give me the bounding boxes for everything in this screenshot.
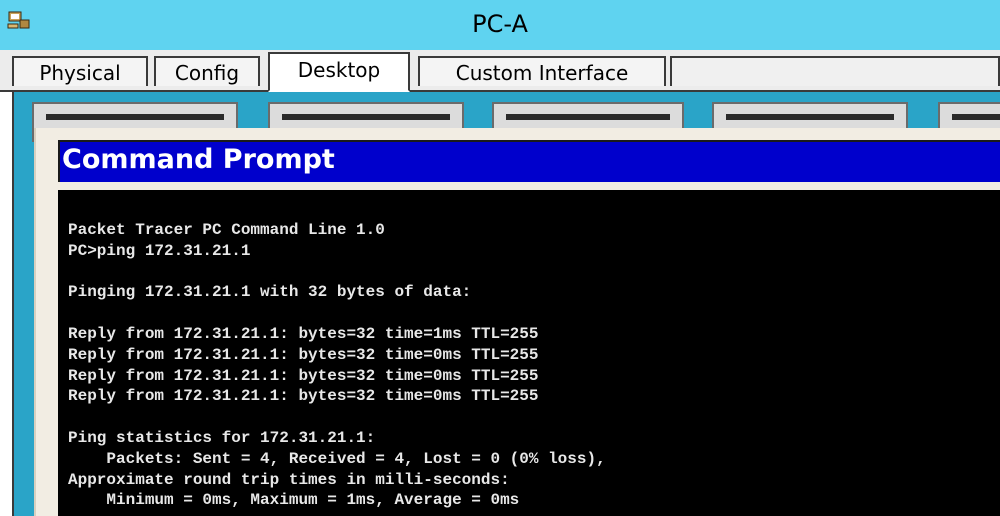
- console-line: Reply from 172.31.21.1: bytes=32 time=1m…: [68, 324, 539, 343]
- console-line: PC>ping 172.31.21.1: [68, 241, 251, 260]
- app-glyph-icon: [282, 114, 450, 120]
- command-prompt-title: Command Prompt: [62, 144, 335, 175]
- tab-config[interactable]: Config: [154, 56, 260, 86]
- window-titlebar[interactable]: PC-A: [0, 0, 1000, 50]
- console-line: Packet Tracer PC Command Line 1.0: [68, 221, 385, 239]
- console-line: Minimum = 0ms, Maximum = 1ms, Average = …: [68, 491, 520, 510]
- console-line: Packets: Sent = 4, Received = 4, Lost = …: [68, 449, 606, 468]
- app-glyph-icon: [46, 114, 224, 120]
- console-line: Reply from 172.31.21.1: bytes=32 time=0m…: [68, 345, 539, 364]
- console-line: Pinging 172.31.21.1 with 32 bytes of dat…: [68, 283, 472, 302]
- tab-desktop[interactable]: Desktop: [268, 52, 410, 92]
- console-line: Approximate round trip times in milli-se…: [68, 470, 510, 489]
- tab-custom-interface[interactable]: Custom Interface: [418, 56, 666, 86]
- console-line: Reply from 172.31.21.1: bytes=32 time=0m…: [68, 366, 539, 385]
- console-text: Packet Tracer PC Command Line 1.0 PC>pin…: [68, 220, 606, 511]
- tab-strip-filler: [670, 56, 1000, 86]
- command-prompt-titlebar[interactable]: Command Prompt: [58, 140, 1000, 182]
- app-glyph-icon: [506, 114, 670, 120]
- tab-strip: Physical Config Desktop Custom Interface: [0, 50, 1000, 92]
- app-glyph-icon: [726, 114, 894, 120]
- console-line: Reply from 172.31.21.1: bytes=32 time=0m…: [68, 387, 539, 406]
- tab-physical[interactable]: Physical: [12, 56, 148, 86]
- window-title: PC-A: [472, 10, 528, 38]
- app-glyph-icon: [952, 114, 1000, 120]
- console-output-area[interactable]: Packet Tracer PC Command Line 1.0 PC>pin…: [58, 190, 1000, 516]
- console-line: Ping statistics for 172.31.21.1:: [68, 428, 376, 447]
